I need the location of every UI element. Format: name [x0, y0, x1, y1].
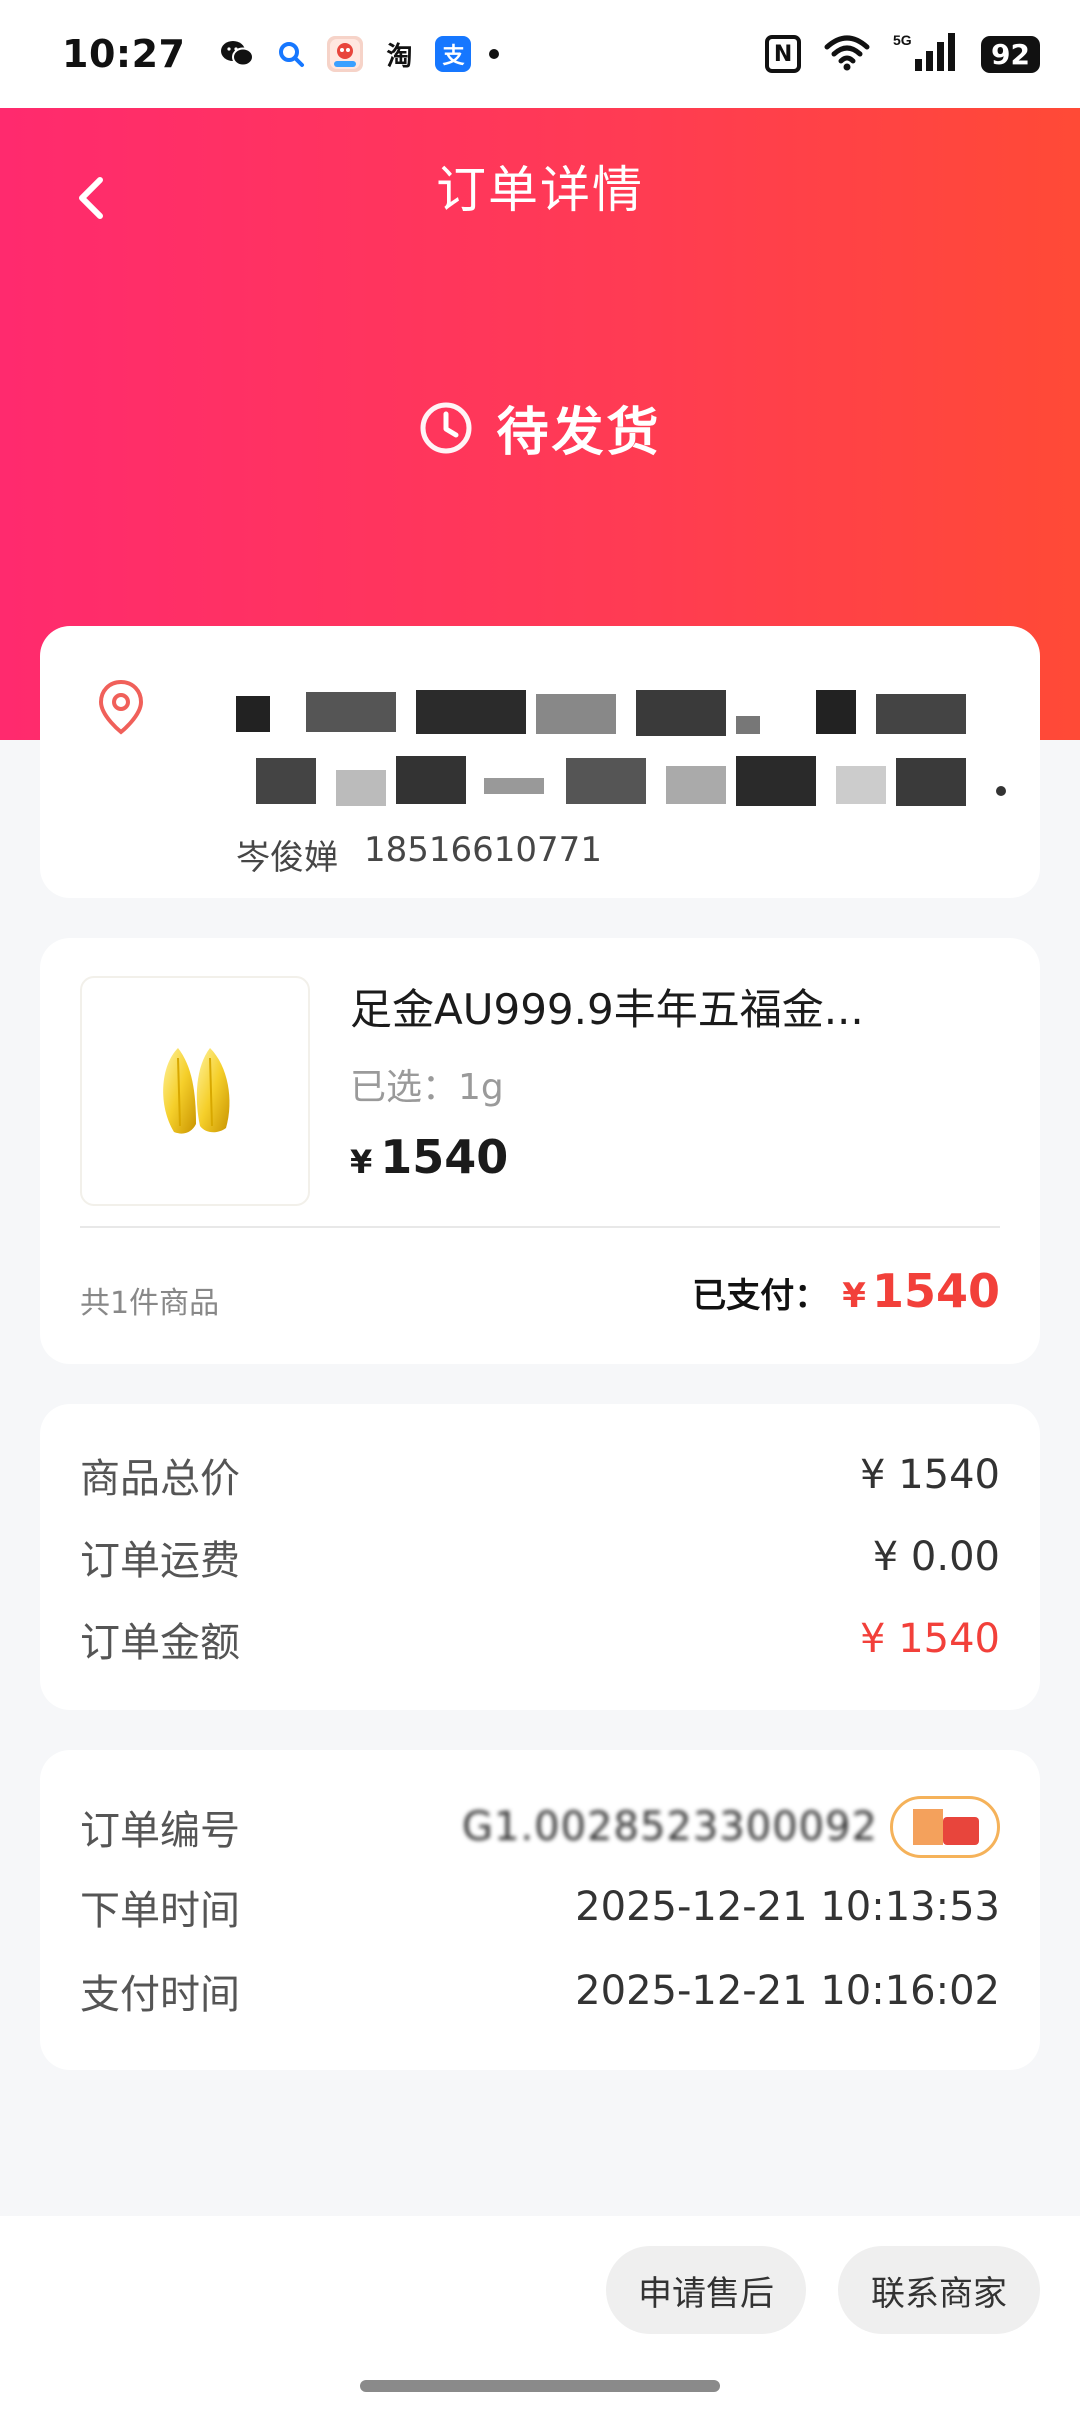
wifi-icon — [823, 33, 871, 75]
order-time-label: 下单时间 — [80, 1888, 240, 1934]
fee-label: 订单运费 — [80, 1538, 240, 1584]
recipient-name: 岑俊婵 — [236, 838, 338, 878]
svg-text:5G: 5G — [893, 32, 912, 48]
product-spec: 已选：1g — [350, 1067, 504, 1108]
cellular-signal-icon: 5G — [893, 31, 959, 77]
paid-label: 已支付： — [692, 1276, 829, 1316]
goods-card: 足金AU999.9丰年五福金... 已选：1g ¥1540 共1件商品 已支付：… — [40, 938, 1040, 1364]
clock-icon — [420, 402, 472, 453]
status-time: 10:27 — [62, 32, 186, 76]
order-time-row: 下单时间 2025-12-21 10:13:53 — [80, 1878, 1000, 1936]
currency-symbol: ¥ — [350, 1143, 373, 1181]
item-count: 共1件商品 — [80, 1286, 220, 1321]
fee-row-order-amount: 订单金额 ¥ 1540 — [80, 1610, 1000, 1668]
pay-time-value: 2025-12-21 10:16:02 — [575, 1968, 1000, 2014]
contact-info: 岑俊婵 18516610771 — [236, 830, 602, 879]
taobao-icon: 淘 — [386, 41, 413, 72]
fee-value: ¥ 0.00 — [872, 1534, 1000, 1580]
status-bar: 10:27 淘 支 N 5G 92 — [0, 0, 1080, 108]
order-number-row: 订单编号 G1.0028523300092 — [80, 1796, 1000, 1858]
redacted-address — [236, 686, 1026, 846]
contact-merchant-button[interactable]: 联系商家 — [838, 2246, 1040, 2334]
fee-value: ¥ 1540 — [860, 1452, 1000, 1498]
fee-label: 订单金额 — [80, 1620, 240, 1666]
copy-icon — [913, 1809, 943, 1845]
battery-indicator: 92 — [981, 35, 1040, 73]
order-status-text: 待发货 — [496, 403, 662, 463]
product-price-value: 1540 — [380, 1130, 509, 1184]
home-indicator[interactable] — [360, 2380, 720, 2392]
fee-row-total: 商品总价 ¥ 1540 — [80, 1446, 1000, 1504]
order-number-label: 订单编号 — [80, 1808, 240, 1854]
gold-seed-image — [163, 1048, 230, 1134]
alipay-icon: 支 — [435, 36, 472, 72]
status-indicators: N 5G 92 — [765, 31, 1040, 77]
recipient-phone: 18516610771 — [364, 830, 602, 870]
bottom-action-bar: 申请售后 联系商家 — [0, 2216, 1080, 2412]
game-app-icon — [327, 36, 364, 72]
search-app-icon — [273, 36, 309, 72]
fee-card: 商品总价 ¥ 1540 订单运费 ¥ 0.00 订单金额 ¥ 1540 — [40, 1404, 1040, 1710]
order-number-value-group: G1.0028523300092 — [462, 1796, 1000, 1858]
page-title: 订单详情 — [436, 161, 644, 219]
product-image[interactable] — [80, 976, 310, 1206]
nfc-icon: N — [765, 35, 802, 73]
location-pin-icon — [98, 679, 144, 735]
order-detail-page: 10:27 淘 支 N 5G 92 订单详情 待发货 岑俊婵 185166107… — [0, 0, 1080, 2412]
product-name[interactable]: 足金AU999.9丰年五福金... — [350, 976, 1010, 1037]
notification-icons: 淘 支 — [219, 36, 500, 72]
pay-time-row: 支付时间 2025-12-21 10:16:02 — [80, 1962, 1000, 2020]
product-price: ¥1540 — [350, 1130, 508, 1184]
divider — [80, 1226, 1000, 1228]
address-card[interactable]: 岑俊婵 18516610771 — [40, 626, 1040, 898]
fee-row-shipping: 订单运费 ¥ 0.00 — [80, 1528, 1000, 1586]
copy-icon-accent — [943, 1817, 979, 1845]
paid-currency-symbol: ¥ — [842, 1276, 866, 1316]
paid-amount: ¥1540 — [842, 1264, 1000, 1318]
fee-value: ¥ 1540 — [860, 1616, 1000, 1662]
order-number-value: G1.0028523300092 — [462, 1804, 878, 1850]
wechat-icon — [219, 36, 255, 72]
paid-amount-value: 1540 — [871, 1264, 1000, 1318]
copy-order-number-button[interactable] — [890, 1796, 1000, 1858]
order-status: 待发货 — [0, 390, 1080, 465]
fee-label: 商品总价 — [80, 1456, 240, 1502]
order-time-value: 2025-12-21 10:13:53 — [575, 1884, 1000, 1930]
paid-summary: 已支付： ¥1540 — [692, 1264, 1000, 1318]
order-info-card: 订单编号 G1.0028523300092 下单时间 2025-12-21 10… — [40, 1750, 1040, 2070]
more-notifications-dot — [489, 49, 500, 59]
apply-after-sale-button[interactable]: 申请售后 — [606, 2246, 806, 2334]
pay-time-label: 支付时间 — [80, 1972, 240, 2018]
